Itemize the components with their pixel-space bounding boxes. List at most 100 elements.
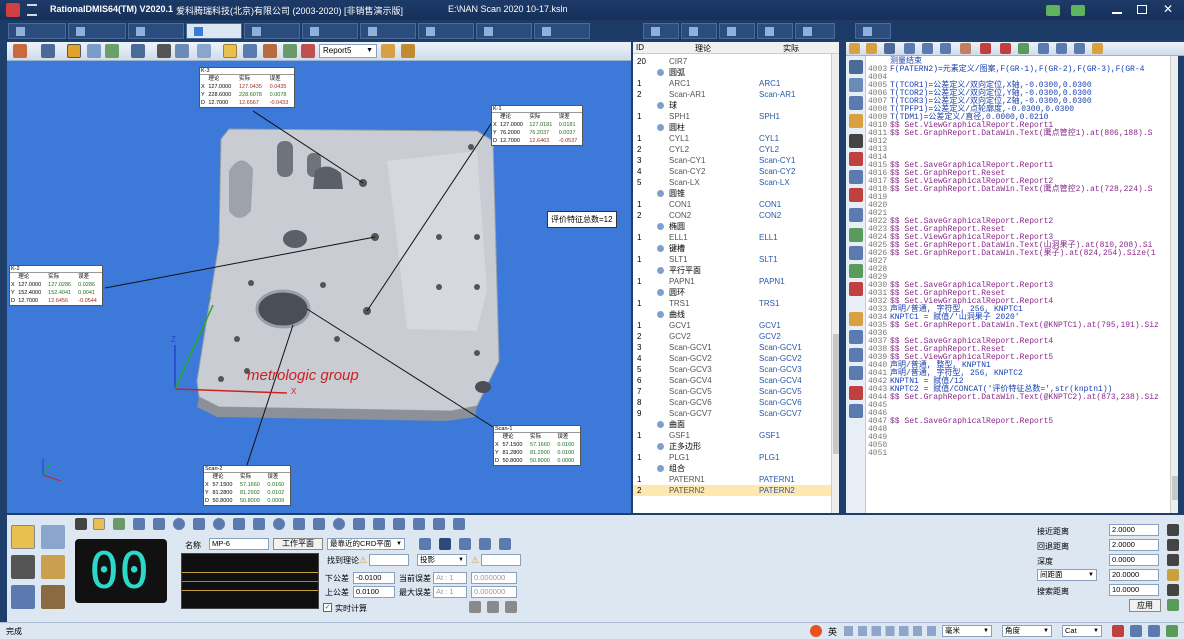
realtime-checkbox[interactable]: ✓ xyxy=(323,603,332,612)
tree-scrollbar[interactable] xyxy=(831,54,839,513)
surface-type-icon[interactable] xyxy=(153,518,165,530)
report-select[interactable]: Report5 ▼ xyxy=(319,44,377,58)
tree-row[interactable]: 2 CON2 CON2 xyxy=(633,210,831,221)
list-icon[interactable] xyxy=(940,43,951,54)
save-icon[interactable] xyxy=(884,43,895,54)
status-tool-a-icon[interactable] xyxy=(1112,625,1124,637)
crd-plane-select[interactable]: 最靠近的CRD平面 ▼ xyxy=(327,538,405,550)
code-line[interactable]: 4045 xyxy=(846,402,1170,410)
tree-row[interactable]: 7 Scan-GCV5 Scan-GCV5 xyxy=(633,386,831,397)
slot-type-icon[interactable] xyxy=(293,518,305,530)
code-line[interactable]: 4047 $$ Set.SaveGraphicalReport.Report5 xyxy=(846,418,1170,426)
report-export-icon[interactable] xyxy=(401,44,415,58)
measure-mode-icon[interactable] xyxy=(11,525,35,549)
tree-row[interactable]: 1 TRS1 TRS1 xyxy=(633,298,831,309)
circle-type-icon[interactable] xyxy=(93,518,105,530)
tree-row[interactable]: 1 PATERN1 PATERN1 xyxy=(633,474,831,485)
tab-file[interactable] xyxy=(8,23,66,39)
report-gear-icon[interactable] xyxy=(381,44,395,58)
tab-help[interactable] xyxy=(476,23,532,39)
tree-row[interactable]: 1 CYL1 CYL1 xyxy=(633,133,831,144)
grid-icon[interactable] xyxy=(223,44,237,58)
tree-row[interactable]: 1 ELL1 ELL1 xyxy=(633,232,831,243)
pan-icon[interactable] xyxy=(105,44,119,58)
code-line[interactable]: 4051 xyxy=(846,450,1170,458)
point-list-icon[interactable] xyxy=(459,538,471,550)
menu-dropdown-icon[interactable] xyxy=(27,4,37,16)
axis-icon[interactable] xyxy=(131,44,145,58)
layout-icon[interactable] xyxy=(197,44,211,58)
other-type-icon[interactable] xyxy=(453,518,465,530)
probe-view-icon[interactable] xyxy=(301,44,315,58)
upper-tol-field[interactable]: 0.0100 xyxy=(353,586,395,598)
tree-row[interactable]: 3 Scan-CY1 Scan-CY1 xyxy=(633,155,831,166)
probe-mode-icon[interactable] xyxy=(11,555,35,579)
robot-mode-icon[interactable] xyxy=(41,585,65,609)
depth-probe-icon[interactable] xyxy=(1167,554,1179,566)
tree-row[interactable]: 5 Scan-GCV3 Scan-GCV3 xyxy=(633,364,831,375)
maximize-button[interactable] xyxy=(1137,5,1147,14)
code-line[interactable]: 4035 $$ Set.GraphReport.DataWin.Text(@KNP… xyxy=(846,322,1170,330)
close-button[interactable]: ✕ xyxy=(1161,2,1175,16)
arc-type-icon[interactable] xyxy=(193,518,205,530)
unit-select[interactable]: 毫米 ▼ xyxy=(942,625,992,637)
code-line[interactable]: 4013 xyxy=(846,146,1170,154)
indent-icon[interactable] xyxy=(904,43,915,54)
workplane-button[interactable]: 工作平面 xyxy=(273,538,323,550)
line-type-icon[interactable] xyxy=(133,518,145,530)
apply-icon[interactable] xyxy=(1167,599,1179,611)
outdent-icon[interactable] xyxy=(922,43,933,54)
tree-row[interactable]: 4 Scan-CY2 Scan-CY2 xyxy=(633,166,831,177)
gauge-mode-icon[interactable] xyxy=(41,555,65,579)
angle-select[interactable]: 角度 ▼ xyxy=(1002,625,1052,637)
tab-code[interactable] xyxy=(855,23,891,39)
vector-icon[interactable] xyxy=(439,538,451,550)
tab-tree-b[interactable] xyxy=(719,23,755,39)
point-icon[interactable] xyxy=(75,518,87,530)
tree-row[interactable]: 8 Scan-GCV6 Scan-GCV6 xyxy=(633,397,831,408)
code-line[interactable]: 4050 xyxy=(846,442,1170,450)
gsurface-type-icon[interactable] xyxy=(373,518,385,530)
depth-field[interactable]: 0.0000 xyxy=(1109,554,1159,566)
tree-row[interactable]: 3 Scan-GCV1 Scan-GCV1 xyxy=(633,342,831,353)
hand-icon[interactable] xyxy=(960,43,971,54)
tree-group-row[interactable]: 键槽 xyxy=(633,243,831,254)
tree-row[interactable]: 1 GCV1 GCV1 xyxy=(633,320,831,331)
status-tool-d-icon[interactable] xyxy=(1166,625,1178,637)
tab-extra[interactable] xyxy=(534,23,590,39)
folder-icon[interactable] xyxy=(866,43,877,54)
camera-icon[interactable] xyxy=(499,538,511,550)
projection-select[interactable]: 投影 ▼ xyxy=(417,554,467,566)
connect-icon[interactable] xyxy=(1046,5,1060,16)
tab-measure[interactable] xyxy=(244,23,300,39)
tree-row[interactable]: 5 Scan-LX Scan-LX xyxy=(633,177,831,188)
tree-row[interactable]: 1 ARC1 ARC1 xyxy=(633,78,831,89)
cube-icon[interactable] xyxy=(243,44,257,58)
tree-group-row[interactable]: 正多边形 xyxy=(633,441,831,452)
sphere-type-icon[interactable] xyxy=(213,518,225,530)
tree-row[interactable]: 9 Scan-GCV7 Scan-GCV7 xyxy=(633,408,831,419)
polygon-type-icon[interactable] xyxy=(393,518,405,530)
tab-tools[interactable] xyxy=(418,23,474,39)
label-k1[interactable]: K-1 理论 实际 误差 X 127.0000 127.0181 0.0181 Y 76.2… xyxy=(491,105,583,146)
rotate-icon[interactable] xyxy=(67,44,81,58)
compare-icon[interactable] xyxy=(1056,43,1067,54)
curve-type-icon[interactable] xyxy=(353,518,365,530)
torus-type-icon[interactable] xyxy=(333,518,345,530)
code-line[interactable]: 4019 xyxy=(846,194,1170,202)
edge-type-icon[interactable] xyxy=(413,518,425,530)
cylinder-type-icon[interactable] xyxy=(233,518,245,530)
spacing-select[interactable]: 间距面 ▼ xyxy=(1037,569,1097,581)
tree-row[interactable]: 1 SPH1 SPH1 xyxy=(633,111,831,122)
search-probe-icon[interactable] xyxy=(1167,584,1179,596)
measure-view-icon[interactable] xyxy=(283,44,297,58)
clear-icon[interactable] xyxy=(469,601,481,613)
tab-tree-a[interactable] xyxy=(681,23,717,39)
status-tool-c-icon[interactable] xyxy=(1148,625,1160,637)
probe-dir-icon[interactable] xyxy=(419,538,431,550)
tree-row[interactable]: 2 Scan-AR1 Scan-AR1 xyxy=(633,89,831,100)
tree-group-row[interactable]: 曲面 xyxy=(633,419,831,430)
search-field[interactable]: 10.0000 xyxy=(1109,584,1159,596)
tree-group-row[interactable]: 平行平面 xyxy=(633,265,831,276)
code-line[interactable]: 4028 xyxy=(846,266,1170,274)
